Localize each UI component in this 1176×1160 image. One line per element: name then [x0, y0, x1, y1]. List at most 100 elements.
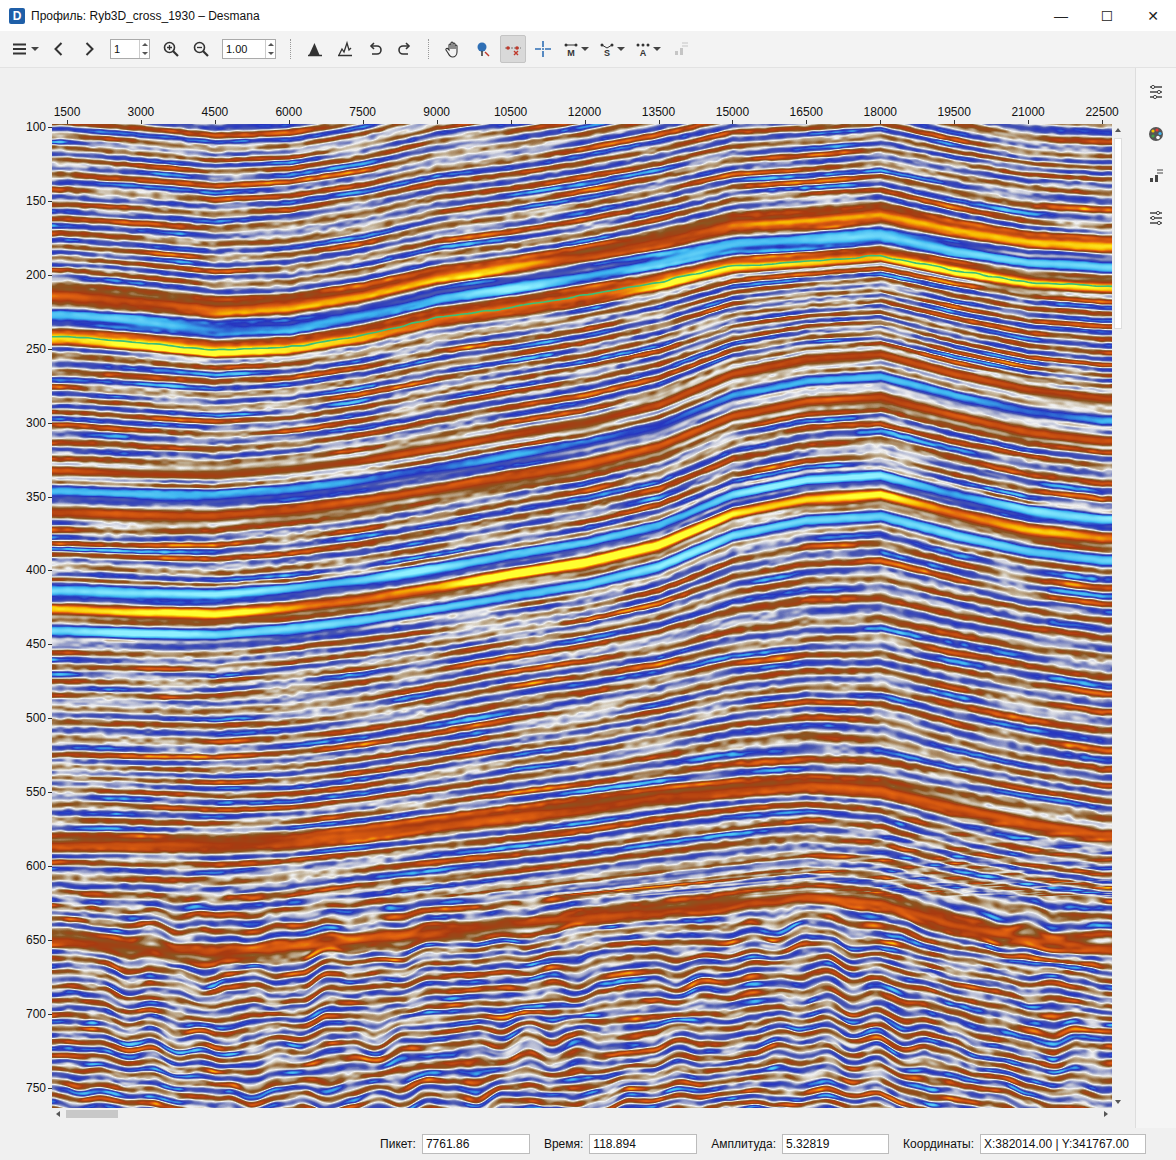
export-button[interactable]	[668, 35, 694, 63]
dropdown-caret-icon	[31, 47, 39, 51]
zoom-in-button[interactable]	[158, 35, 184, 63]
time-tick-label: 150	[26, 194, 46, 208]
pick-horizon-button[interactable]	[500, 35, 526, 63]
lettered-tool: S	[599, 41, 615, 58]
vertical-thumb[interactable]	[1114, 138, 1122, 329]
spin-down-icon	[142, 52, 148, 55]
scroll-left-icon[interactable]	[56, 1111, 60, 1117]
pin-button[interactable]	[470, 35, 496, 63]
scroll-up-icon[interactable]	[1115, 128, 1121, 132]
time-tick-label: 400	[26, 563, 46, 577]
side-toolbar	[1135, 68, 1176, 1128]
parameters-button[interactable]	[1143, 204, 1169, 232]
picket-tick-label: 22500	[1085, 105, 1118, 119]
fill-mode-button[interactable]	[302, 35, 328, 63]
picket-tick-label: 7500	[349, 105, 376, 119]
time-tick-label: 300	[26, 416, 46, 430]
parameters-icon	[1147, 209, 1165, 227]
horizontal-scrollbar[interactable]	[52, 1108, 1112, 1120]
vertical-scrollbar[interactable]	[1112, 124, 1124, 1108]
amplitude-fill-icon	[306, 40, 324, 58]
layers-icon	[1147, 167, 1165, 185]
spin-value: 1	[111, 43, 139, 55]
palette-icon	[1147, 125, 1165, 143]
time-tick-label: 750	[26, 1081, 46, 1095]
trace-step-field[interactable]: 1	[110, 39, 150, 59]
toolbar-separator	[290, 39, 292, 59]
zoom-out-button[interactable]	[188, 35, 214, 63]
seismic-section[interactable]	[52, 124, 1112, 1108]
autotrack-button[interactable]: A	[632, 35, 664, 63]
close-button[interactable]: ✕	[1130, 0, 1176, 31]
time-axis: 1001502002503003504004505005506006507007…	[0, 124, 52, 1108]
forward-icon	[80, 40, 98, 58]
pick-horizon-icon	[504, 40, 522, 58]
toolbar-separator	[428, 39, 430, 59]
wiggle-mode-button[interactable]	[332, 35, 358, 63]
redo-icon	[396, 40, 414, 58]
seismic-image[interactable]	[52, 124, 1112, 1108]
pan-button[interactable]	[440, 35, 466, 63]
tool-letter: S	[604, 49, 610, 58]
export-horizon-icon	[672, 40, 690, 58]
crosshair-button[interactable]	[530, 35, 556, 63]
marker-button[interactable]: M	[560, 35, 592, 63]
pin-icon	[474, 40, 492, 58]
time-tick-label: 450	[26, 637, 46, 651]
tool-letter: A	[640, 49, 647, 58]
picket-tick-label: 12000	[568, 105, 601, 119]
picket-tick-label: 13500	[642, 105, 675, 119]
redo-button[interactable]	[392, 35, 418, 63]
toolbar: 1 1.00 M S A	[0, 31, 1176, 68]
picket-axis: 1500300045006000750090001050012000135001…	[52, 68, 1112, 124]
scroll-down-icon[interactable]	[1115, 1100, 1121, 1104]
wiggle-icon	[336, 40, 354, 58]
time-tick-label: 500	[26, 711, 46, 725]
time-tick-label: 650	[26, 933, 46, 947]
dropdown-caret-icon	[617, 47, 625, 51]
scroll-right-icon[interactable]	[1104, 1111, 1108, 1117]
menu-icon	[11, 40, 29, 58]
undo-icon	[366, 40, 384, 58]
picket-tick-label: 21000	[1011, 105, 1044, 119]
spin-up-icon	[142, 43, 148, 46]
snap-button[interactable]: S	[596, 35, 628, 63]
time-tick-label: 550	[26, 785, 46, 799]
spin-arrows[interactable]	[265, 40, 275, 58]
spin-arrows[interactable]	[139, 40, 149, 58]
status-field: 5.32819	[782, 1134, 889, 1154]
back-button[interactable]	[46, 35, 72, 63]
spin-value: 1.00	[223, 43, 265, 55]
title-bar: DПрофиль: Ryb3D_cross_1930 – Desmana—☐✕	[0, 0, 1176, 31]
picket-tick-label: 19500	[938, 105, 971, 119]
picked-horizon-line[interactable]	[52, 256, 1112, 350]
tool-letter: M	[567, 49, 575, 58]
time-tick-label: 100	[26, 120, 46, 134]
time-tick-label: 200	[26, 268, 46, 282]
zoom-factor-field[interactable]: 1.00	[222, 39, 276, 59]
maximize-button[interactable]: ☐	[1084, 0, 1130, 31]
status-label: Амплитуда:	[711, 1137, 776, 1151]
window-title: Профиль: Ryb3D_cross_1930 – Desmana	[31, 9, 1038, 23]
menu-button[interactable]	[8, 35, 42, 63]
time-tick-label: 250	[26, 342, 46, 356]
spin-down-icon	[268, 52, 274, 55]
display-settings-button[interactable]	[1143, 78, 1169, 106]
zoom-in-icon	[162, 40, 180, 58]
time-tick-label: 350	[26, 490, 46, 504]
zoom-out-icon	[192, 40, 210, 58]
status-label: Координаты:	[903, 1137, 974, 1151]
palette-button[interactable]	[1143, 120, 1169, 148]
layers-button[interactable]	[1143, 162, 1169, 190]
minimize-button[interactable]: —	[1038, 0, 1084, 31]
picket-tick-label: 4500	[202, 105, 229, 119]
undo-button[interactable]	[362, 35, 388, 63]
auto-track-icon	[635, 41, 651, 49]
forward-button[interactable]	[76, 35, 102, 63]
snap-tool-icon	[599, 41, 615, 49]
horizon-overlay	[52, 124, 1112, 1108]
horizontal-thumb[interactable]	[66, 1110, 118, 1118]
back-icon	[50, 40, 68, 58]
display-settings-icon	[1147, 83, 1165, 101]
lettered-tool: M	[563, 41, 579, 58]
